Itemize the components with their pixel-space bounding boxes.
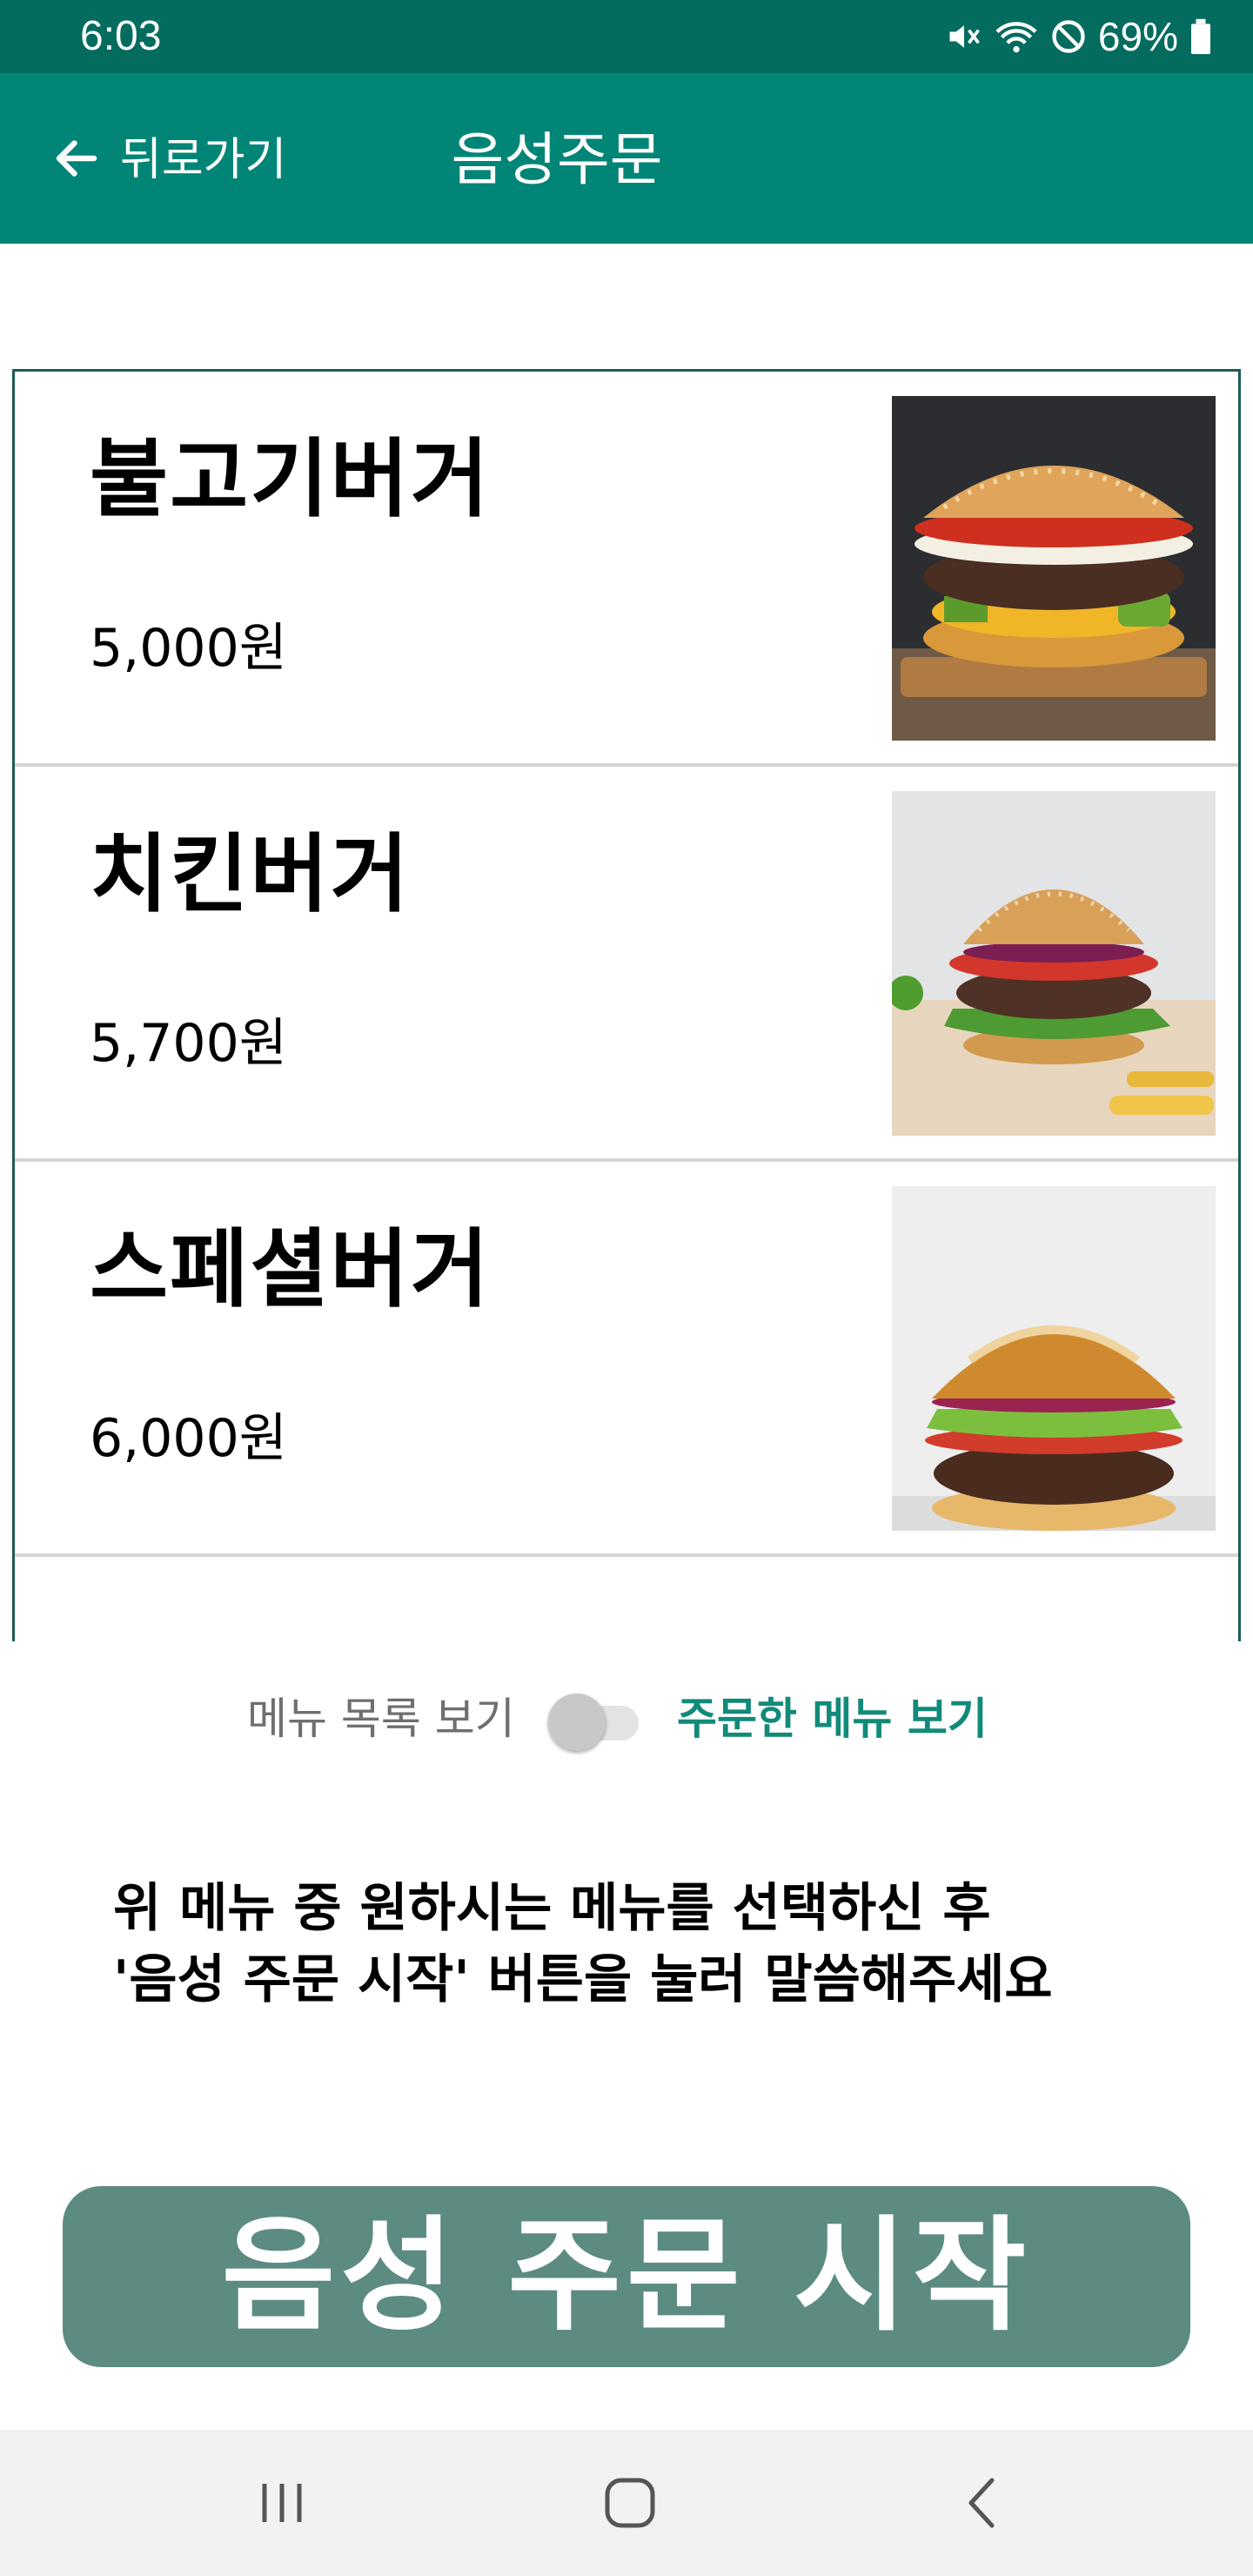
recent-apps-icon[interactable] bbox=[230, 2468, 334, 2538]
instruction-text: 위 메뉴 중 원하시는 메뉴를 선택하신 후 '음성 주문 시작' 버튼을 눌러… bbox=[113, 1873, 1157, 2016]
burger-image bbox=[892, 1186, 1216, 1531]
do-not-disturb-icon bbox=[1049, 17, 1088, 56]
menu-list[interactable]: 불고기버거 5,000원 치킨버거 5,700원 스페셜버거 6,000원 bbox=[12, 369, 1241, 1641]
ordered-menu-view-label[interactable]: 주문한 메뉴 보기 bbox=[677, 1680, 988, 1758]
system-nav-bar bbox=[0, 2430, 1253, 2576]
burger-image bbox=[892, 396, 1216, 741]
status-bar: 6:03 69% bbox=[0, 0, 1253, 73]
page-title: 음성주문 bbox=[451, 126, 663, 193]
view-toggle-row: 메뉴 목록 보기 주문한 메뉴 보기 bbox=[0, 1680, 1253, 1758]
menu-item[interactable]: 불고기버거 5,000원 bbox=[15, 372, 1238, 767]
back-nav-icon[interactable] bbox=[929, 2468, 1034, 2538]
wifi-icon bbox=[994, 17, 1039, 56]
menu-item[interactable]: 치킨버거 5,700원 bbox=[15, 767, 1238, 1162]
mute-icon bbox=[945, 17, 983, 56]
voice-order-start-button[interactable]: 음성 주문 시작 bbox=[63, 2186, 1190, 2367]
menu-item-name: 불고기버거 bbox=[90, 430, 491, 529]
menu-item-price: 5,700원 bbox=[90, 1013, 287, 1074]
toggle-thumb bbox=[548, 1694, 606, 1751]
status-time: 6:03 bbox=[80, 13, 162, 59]
status-icons: 69% bbox=[945, 12, 1213, 61]
menu-item-price: 5,000원 bbox=[90, 618, 287, 679]
burger-image bbox=[892, 791, 1216, 1136]
menu-item-name: 치킨버거 bbox=[90, 825, 411, 924]
view-toggle-switch[interactable] bbox=[548, 1694, 642, 1751]
menu-item-price: 6,000원 bbox=[90, 1408, 287, 1469]
menu-item-partial[interactable] bbox=[15, 1557, 1238, 1641]
home-icon[interactable] bbox=[578, 2468, 682, 2538]
battery-icon bbox=[1189, 17, 1213, 56]
instruction-line-2: '음성 주문 시작' 버튼을 눌러 말씀해주세요 bbox=[113, 1949, 1053, 2010]
menu-item[interactable]: 스페셜버거 6,000원 bbox=[15, 1162, 1238, 1557]
instruction-line-1: 위 메뉴 중 원하시는 메뉴를 선택하신 후 bbox=[113, 1878, 991, 1939]
menu-list-view-label: 메뉴 목록 보기 bbox=[247, 1694, 515, 1744]
app-bar: 뒤로가기 음성주문 bbox=[0, 73, 1253, 244]
battery-percent: 69% bbox=[1097, 14, 1178, 59]
menu-item-name: 스페셜버거 bbox=[90, 1220, 491, 1319]
